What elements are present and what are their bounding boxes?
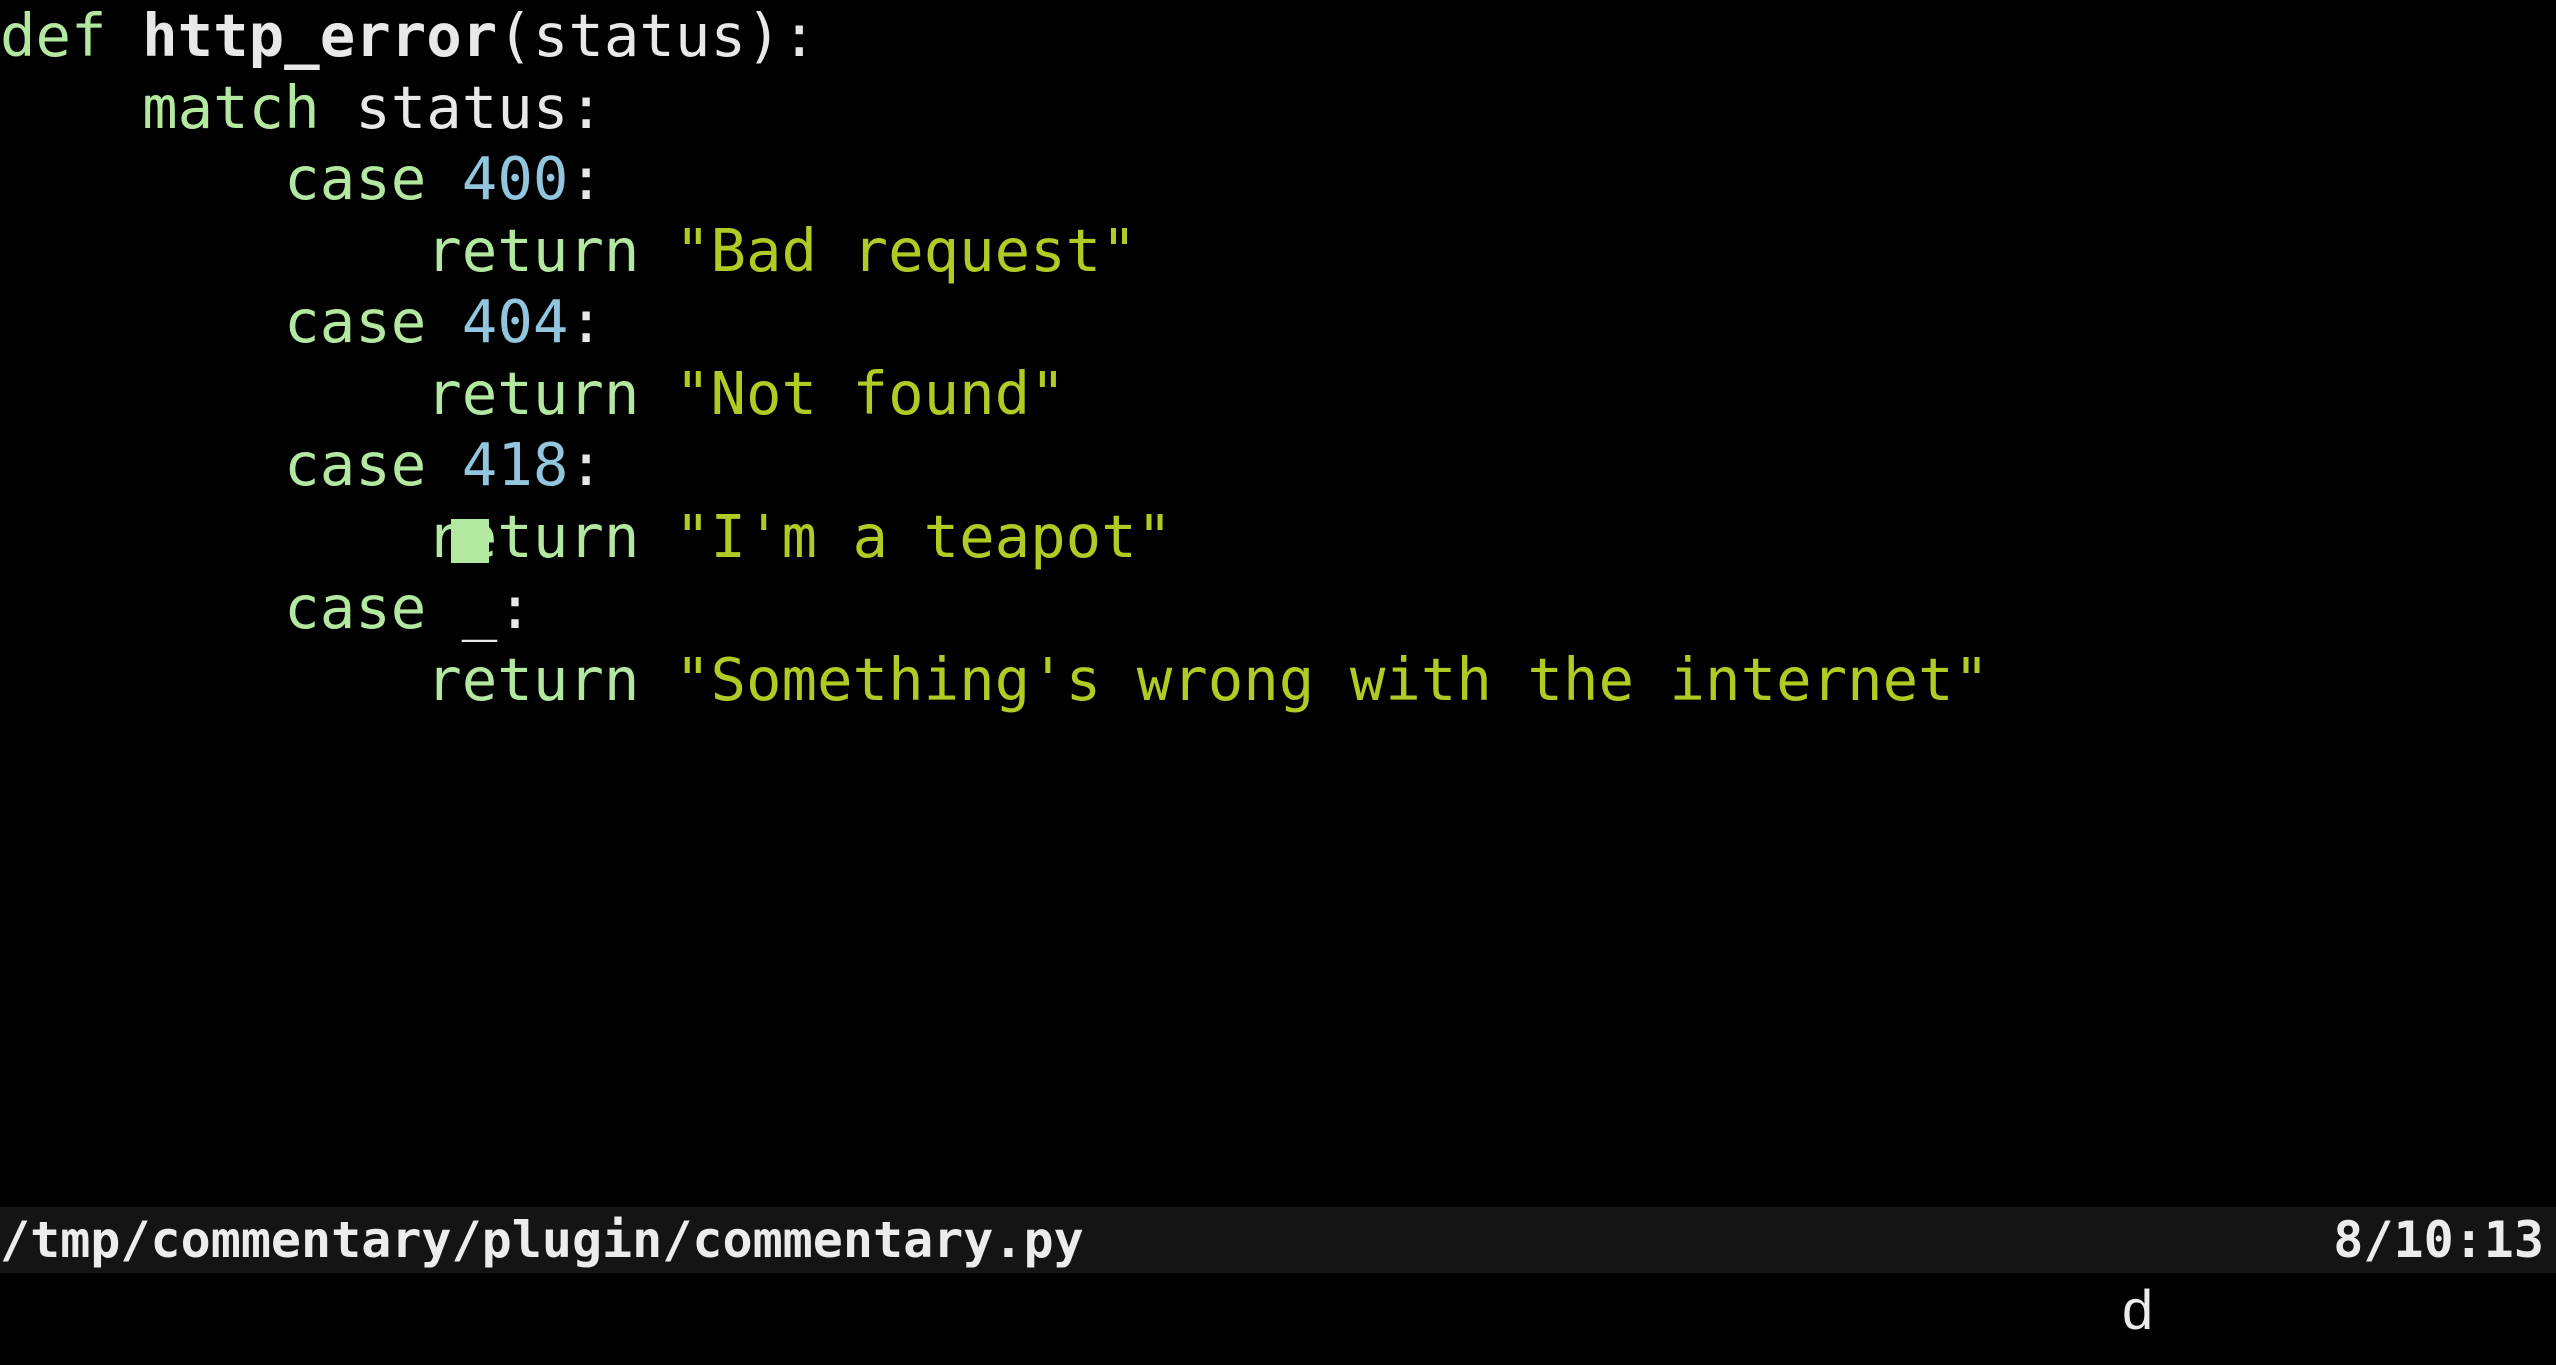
statusline: /tmp/commentary/plugin/commentary.py 8/1… [0,1207,2556,1273]
code-token-keyword: def [0,1,143,70]
code-line[interactable]: case 400: [0,143,2556,215]
code-token-keyword: case [284,287,427,356]
code-token-keyword: return [426,644,640,714]
code-token-string: "Not found" [674,358,1066,428]
code-token-number: 404 [461,287,569,356]
code-token-number: 418 [461,430,569,499]
code-token-string: "I'm a teapot" [674,501,1173,571]
code-token-plain: _: [426,573,533,642]
code-line[interactable]: case 404: [0,286,2556,358]
terminal-window: def http_error(status): match status: ca… [0,0,2556,1365]
code-line[interactable]: return "Something's wrong with the inter… [0,644,2556,716]
code-line[interactable]: return "Bad request" [0,215,2556,287]
code-token-keyword: case [284,144,427,213]
command-line[interactable]: d [0,1273,2556,1365]
code-token-string: "Something's wrong with the internet" [674,644,1990,714]
pending-command-indicator: d [2122,1278,2154,1341]
code-line[interactable]: case 418: [0,429,2556,501]
code-token-plain: : [568,144,604,213]
statusline-ruler: 8/10:13 [2333,1211,2544,1269]
block-cursor [451,518,490,563]
code-token-plain: : [568,287,604,356]
code-token-keyword: case [284,573,427,642]
code-token-keyword: case [284,430,427,499]
code-token-keyword: match [142,72,320,142]
code-line[interactable]: match status: [0,72,2556,144]
code-token-plain: : [568,430,604,499]
code-line[interactable]: return "I'm a teapot" [0,501,2556,573]
code-token-number: 400 [461,144,569,213]
code-token-keyword: return [426,358,640,428]
code-token-plain: (status): [497,1,818,70]
code-token-function: http_error [142,1,498,70]
code-line[interactable]: case _: [0,572,2556,644]
statusline-file-path: /tmp/commentary/plugin/commentary.py [0,1211,1084,1269]
code-token-plain: status: [319,72,604,142]
editor-buffer[interactable]: def http_error(status): match status: ca… [0,0,2556,1207]
code-token-keyword: return [426,215,640,285]
code-line[interactable]: return "Not found" [0,358,2556,430]
code-line[interactable]: def http_error(status): [0,0,2556,72]
code-token-string: "Bad request" [674,215,1137,285]
